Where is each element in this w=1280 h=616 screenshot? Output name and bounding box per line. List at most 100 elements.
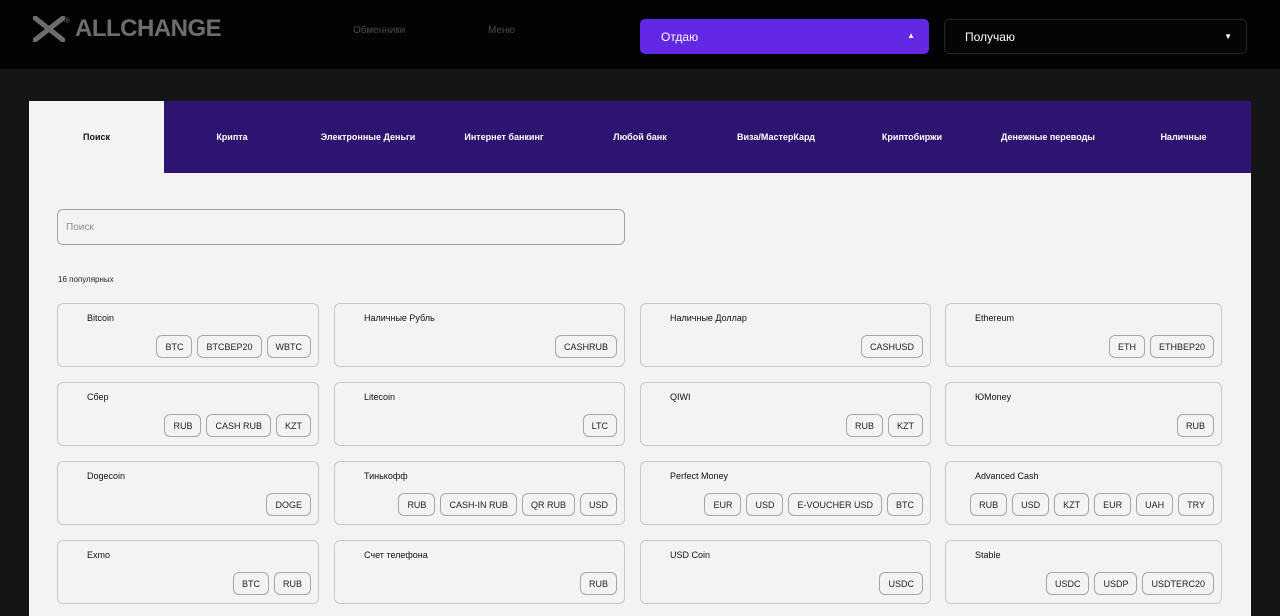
currency-name: Тинькофф	[364, 471, 408, 481]
popular-count-label: 16 популярных	[58, 275, 114, 284]
ticker-tag[interactable]: BTC	[156, 335, 193, 358]
tab-cash[interactable]: Наличные	[1116, 101, 1251, 173]
ticker-tag[interactable]: RUB	[970, 493, 1008, 516]
currency-card[interactable]: Perfect Money EUR USD E-VOUCHER USD BTC	[640, 461, 931, 525]
ticker-tags: CASHRUB	[554, 335, 617, 358]
ticker-tag[interactable]: USD	[579, 493, 617, 516]
currency-card[interactable]: Litecoin LTC	[334, 382, 625, 446]
nav-menu-link[interactable]: Меню	[488, 25, 515, 36]
ticker-tags: RUB	[579, 572, 617, 595]
ticker-tags: RUB	[1176, 414, 1214, 437]
ticker-tag[interactable]: BTC	[232, 572, 269, 595]
ticker-tag[interactable]: BTCBEP20	[197, 335, 262, 358]
tab-crypto[interactable]: Крипта	[164, 101, 300, 173]
ticker-tag[interactable]: ETHBEP20	[1149, 335, 1214, 358]
ticker-tag[interactable]: RUB	[273, 572, 311, 595]
give-select-label: Отдаю	[661, 29, 699, 44]
ticker-tag[interactable]: USDC	[1045, 572, 1090, 595]
ticker-tag[interactable]: UAH	[1136, 493, 1174, 516]
ticker-tag[interactable]: CASHUSD	[860, 335, 923, 358]
ticker-tag[interactable]: USDP	[1094, 572, 1138, 595]
ticker-tag[interactable]: RUB	[164, 414, 202, 437]
ticker-tags: DOGE	[266, 493, 311, 516]
currency-card[interactable]: Тинькофф RUB CASH-IN RUB QR RUB USD	[334, 461, 625, 525]
ticker-tags: BTC BTCBEP20 WBTC	[156, 335, 311, 358]
tab-any-bank[interactable]: Любой банк	[572, 101, 708, 173]
currency-name: QIWI	[670, 392, 691, 402]
give-currency-select[interactable]: Отдаю ▲	[640, 19, 929, 54]
ticker-tag[interactable]: USDC	[879, 572, 923, 595]
ticker-tag[interactable]: BTC	[887, 493, 923, 516]
currency-card[interactable]: Bitcoin BTC BTCBEP20 WBTC	[57, 303, 319, 367]
currency-name: Ethereum	[975, 313, 1015, 323]
ticker-tags: LTC	[582, 414, 617, 437]
ticker-tags: CASHUSD	[860, 335, 923, 358]
tab-visa-mastercard[interactable]: Виза/МастерКард	[708, 101, 844, 173]
ticker-tag[interactable]: QR RUB	[521, 493, 575, 516]
ticker-tags: RUB USD KZT EUR UAH TRY	[970, 493, 1214, 516]
currency-name: Dogecoin	[87, 471, 126, 481]
nav-exchangers-link[interactable]: Обменники	[353, 25, 405, 36]
currency-name: ЮMoney	[975, 392, 1012, 402]
ticker-tag[interactable]: KZT	[888, 414, 923, 437]
currency-card[interactable]: Ethereum ETH ETHBEP20	[945, 303, 1222, 367]
currency-name: Счет телефона	[364, 550, 428, 560]
ticker-tags: ETH ETHBEP20	[1108, 335, 1214, 358]
ticker-tag[interactable]: DOGE	[266, 493, 311, 516]
ticker-tag[interactable]: KZT	[276, 414, 311, 437]
ticker-tags: RUB CASH RUB KZT	[164, 414, 311, 437]
get-select-label: Получаю	[965, 29, 1015, 44]
currency-card[interactable]: Advanced Cash RUB USD KZT EUR UAH TRY	[945, 461, 1222, 525]
registered-mark: ®	[64, 16, 70, 25]
currency-name: USD Coin	[670, 550, 711, 560]
currency-card[interactable]: Сбер RUB CASH RUB KZT	[57, 382, 319, 446]
ticker-tags: USDC USDP USDTERC20	[1045, 572, 1214, 595]
get-currency-select[interactable]: Получаю ▼	[944, 19, 1247, 54]
brand-logo[interactable]: ® ALLCHANGE	[33, 15, 222, 42]
search-input[interactable]	[57, 209, 625, 245]
currency-name: Bitcoin	[87, 313, 115, 323]
currency-card[interactable]: Stable USDC USDP USDTERC20	[945, 540, 1222, 604]
currency-name: Perfect Money	[670, 471, 729, 481]
ticker-tag[interactable]: EUR	[1094, 493, 1132, 516]
currency-name: Exmo	[87, 550, 111, 560]
tab-e-money[interactable]: Электронные Деньги	[300, 101, 436, 173]
caret-up-icon: ▲	[907, 31, 915, 40]
ticker-tag[interactable]: KZT	[1054, 493, 1090, 516]
tab-search[interactable]: Поиск	[29, 101, 164, 173]
x-logo-icon	[33, 16, 65, 42]
ticker-tag[interactable]: LTC	[582, 414, 617, 437]
currency-card[interactable]: Exmo BTC RUB	[57, 540, 319, 604]
currency-name: Наличные Рубль	[364, 313, 435, 323]
currency-name: Advanced Cash	[975, 471, 1039, 481]
ticker-tag[interactable]: RUB	[579, 572, 617, 595]
ticker-tag[interactable]: TRY	[1178, 493, 1214, 516]
currency-card[interactable]: ЮMoney RUB	[945, 382, 1222, 446]
brand-name: ALLCHANGE	[75, 15, 222, 42]
tab-money-transfers[interactable]: Денежные переводы	[980, 101, 1116, 173]
ticker-tags: USDC	[879, 572, 923, 595]
ticker-tag[interactable]: WBTC	[266, 335, 311, 358]
ticker-tag[interactable]: E-VOUCHER USD	[788, 493, 882, 516]
ticker-tag[interactable]: USD	[1012, 493, 1050, 516]
tab-crypto-exchanges[interactable]: Криптобиржи	[844, 101, 980, 173]
ticker-tag[interactable]: USDTERC20	[1142, 572, 1214, 595]
ticker-tag[interactable]: CASH RUB	[206, 414, 271, 437]
ticker-tag[interactable]: EUR	[704, 493, 742, 516]
currency-card[interactable]: USD Coin USDC	[640, 540, 931, 604]
ticker-tag[interactable]: CASHRUB	[554, 335, 617, 358]
currency-card[interactable]: Наличные Рубль CASHRUB	[334, 303, 625, 367]
ticker-tags: RUB CASH-IN RUB QR RUB USD	[398, 493, 617, 516]
currency-card[interactable]: Счет телефона RUB	[334, 540, 625, 604]
ticker-tag[interactable]: ETH	[1108, 335, 1145, 358]
ticker-tag[interactable]: RUB	[845, 414, 883, 437]
currency-card[interactable]: Dogecoin DOGE	[57, 461, 319, 525]
ticker-tag[interactable]: USD	[746, 493, 784, 516]
ticker-tag[interactable]: RUB	[398, 493, 436, 516]
tab-internet-banking[interactable]: Интернет банкинг	[436, 101, 572, 173]
currency-card[interactable]: QIWI RUB KZT	[640, 382, 931, 446]
ticker-tag[interactable]: CASH-IN RUB	[440, 493, 517, 516]
ticker-tag[interactable]: RUB	[1176, 414, 1214, 437]
currency-card[interactable]: Наличные Доллар CASHUSD	[640, 303, 931, 367]
category-tabs: Поиск Крипта Электронные Деньги Интернет…	[29, 101, 1251, 173]
